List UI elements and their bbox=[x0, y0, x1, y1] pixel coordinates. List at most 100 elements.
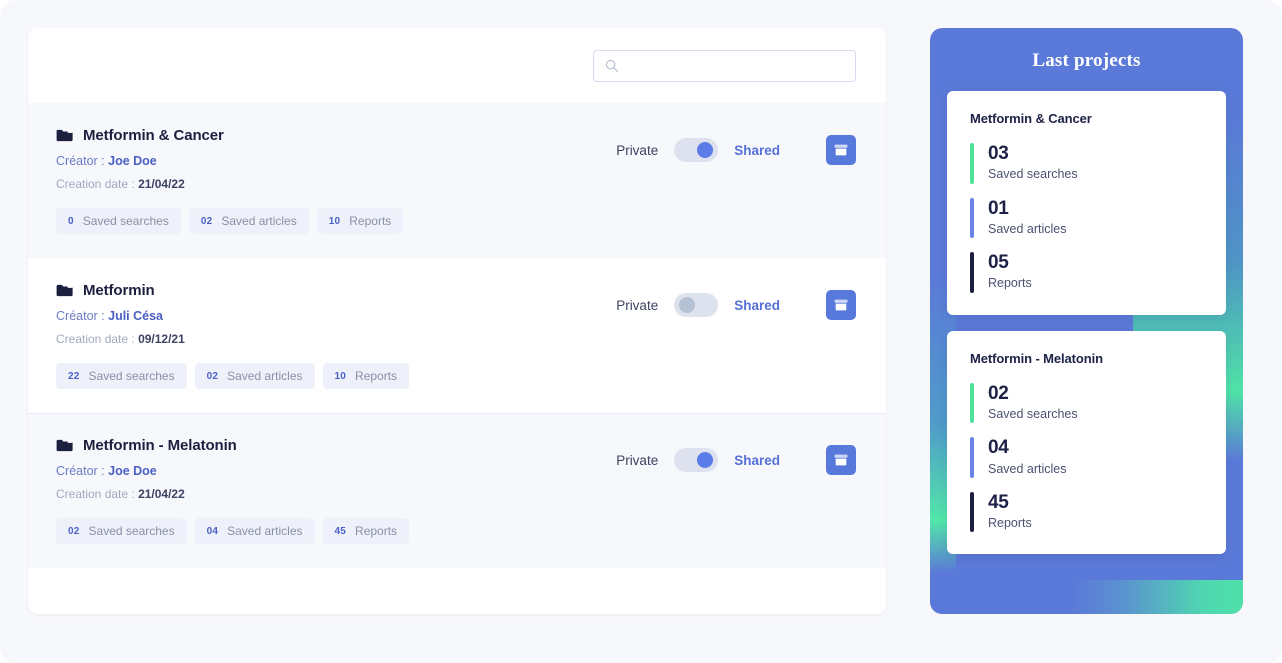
folder-icon bbox=[56, 129, 73, 142]
archive-button[interactable] bbox=[826, 135, 856, 165]
share-toggle[interactable] bbox=[674, 448, 719, 472]
project-stat-pill[interactable]: 02 Saved articles bbox=[194, 363, 315, 389]
archive-box-icon bbox=[834, 454, 848, 466]
creator-name: Joe Doe bbox=[108, 154, 157, 168]
stat-text: 03 Saved searches bbox=[988, 143, 1078, 184]
project-date: Creation date : 21/04/22 bbox=[56, 487, 886, 501]
archive-button[interactable] bbox=[826, 290, 856, 320]
pill-count: 04 bbox=[206, 525, 219, 537]
share-toggle-knob bbox=[679, 297, 696, 313]
sidebar-card-list: Metformin & Cancer 03 Saved searches 01 … bbox=[930, 72, 1243, 555]
stat-color-bar bbox=[970, 252, 974, 293]
share-toggle-knob bbox=[697, 142, 714, 158]
stat-text: 45 Reports bbox=[988, 492, 1032, 533]
project-stat-pill[interactable]: 02 Saved searches bbox=[56, 518, 187, 544]
project-stat-pill[interactable]: 02 Saved articles bbox=[188, 208, 309, 234]
project-stat-pill[interactable]: 10 Reports bbox=[322, 363, 410, 389]
sidebar-gradient-bottom bbox=[930, 580, 1243, 614]
stat-value: 04 bbox=[988, 437, 1009, 459]
creator-label: Créator : bbox=[56, 464, 105, 478]
pill-label: Saved searches bbox=[82, 214, 169, 228]
projects-panel: Metformin & Cancer Créator : Joe Doe Cre… bbox=[28, 28, 886, 614]
search-input[interactable] bbox=[594, 50, 855, 81]
archive-box-icon bbox=[834, 144, 848, 156]
stat-value: 02 bbox=[988, 382, 1009, 404]
stat-value: 45 bbox=[988, 491, 1009, 513]
creator-label: Créator : bbox=[56, 154, 105, 168]
project-visibility-controls: Private Shared bbox=[616, 135, 856, 165]
pill-count: 0 bbox=[68, 215, 74, 227]
shared-label: Shared bbox=[734, 452, 780, 468]
stat-color-bar bbox=[970, 143, 974, 184]
project-stat-pill[interactable]: 45 Reports bbox=[322, 518, 410, 544]
project-title: Metformin - Melatonin bbox=[83, 437, 237, 454]
project-row[interactable]: Metformin Créator : Juli Césa Creation d… bbox=[28, 258, 886, 413]
pill-label: Saved searches bbox=[88, 369, 175, 383]
project-stat: 05 Reports bbox=[970, 252, 1203, 293]
date-label: Creation date : bbox=[56, 487, 135, 501]
project-stat: 45 Reports bbox=[970, 491, 1203, 533]
creator-name: Joe Doe bbox=[108, 464, 157, 478]
search-box[interactable] bbox=[593, 49, 856, 82]
project-stat: 02 Saved searches bbox=[970, 382, 1203, 424]
pill-count: 02 bbox=[68, 525, 80, 537]
share-toggle[interactable] bbox=[674, 138, 719, 162]
pill-count: 02 bbox=[200, 215, 213, 227]
project-stat: 01 Saved articles bbox=[970, 197, 1203, 239]
sidebar-title: Last projects bbox=[1032, 50, 1141, 71]
pill-count: 02 bbox=[206, 370, 219, 382]
stat-label: Reports bbox=[988, 516, 1032, 531]
pill-label: Saved searches bbox=[88, 524, 175, 538]
pill-count: 22 bbox=[68, 370, 80, 382]
last-project-card[interactable]: Metformin - Melatonin 02 Saved searches … bbox=[947, 330, 1226, 555]
project-stat: 04 Saved articles bbox=[970, 437, 1203, 478]
last-project-card[interactable]: Metformin & Cancer 03 Saved searches 01 … bbox=[947, 91, 1226, 315]
pill-count: 10 bbox=[328, 215, 341, 227]
project-visibility-controls: Private Shared bbox=[616, 290, 856, 320]
share-toggle[interactable] bbox=[674, 293, 719, 317]
stat-text: 02 Saved searches bbox=[988, 383, 1078, 424]
shared-label: Shared bbox=[734, 297, 780, 313]
stat-label: Saved articles bbox=[988, 461, 1067, 476]
stat-value: 01 bbox=[988, 197, 1009, 219]
archive-button[interactable] bbox=[826, 445, 856, 475]
search-bar bbox=[28, 28, 886, 103]
date-value: 09/12/21 bbox=[138, 332, 185, 346]
creator-label: Créator : bbox=[56, 309, 105, 323]
project-stat-pills: 02 Saved searches 04 Saved articles 45 R… bbox=[56, 518, 886, 544]
search-icon bbox=[605, 59, 619, 72]
date-label: Creation date : bbox=[56, 177, 135, 191]
shared-label: Shared bbox=[734, 142, 780, 158]
last-projects-panel: Last projects Metformin & Cancer 03 Save… bbox=[930, 28, 1243, 614]
project-visibility-controls: Private Shared bbox=[616, 445, 856, 475]
project-stat-pill[interactable]: 22 Saved searches bbox=[56, 363, 187, 389]
project-row[interactable]: Metformin - Melatonin Créator : Joe Doe … bbox=[28, 413, 886, 568]
pill-label: Reports bbox=[355, 369, 398, 383]
stat-value: 05 bbox=[988, 252, 1009, 274]
project-stat-pill[interactable]: 10 Reports bbox=[316, 208, 404, 234]
project-stat: 03 Saved searches bbox=[970, 143, 1203, 184]
pill-label: Saved articles bbox=[227, 369, 303, 383]
stat-color-bar bbox=[970, 437, 974, 478]
date-value: 21/04/22 bbox=[138, 177, 185, 191]
project-stat-pills: 0 Saved searches 02 Saved articles 10 Re… bbox=[56, 208, 886, 234]
project-stat-pill[interactable]: 0 Saved searches bbox=[56, 208, 181, 234]
pill-label: Reports bbox=[355, 524, 398, 538]
project-stat-pill[interactable]: 04 Saved articles bbox=[194, 518, 315, 544]
stat-label: Reports bbox=[988, 276, 1032, 291]
stat-text: 05 Reports bbox=[988, 252, 1032, 293]
stat-color-bar bbox=[970, 491, 974, 533]
project-date: Creation date : 09/12/21 bbox=[56, 332, 886, 346]
pill-count: 45 bbox=[334, 525, 347, 537]
project-row[interactable]: Metformin & Cancer Créator : Joe Doe Cre… bbox=[28, 103, 886, 258]
pill-label: Reports bbox=[349, 214, 392, 228]
project-stat-pills: 22 Saved searches 02 Saved articles 10 R… bbox=[56, 363, 886, 389]
stat-text: 04 Saved articles bbox=[988, 437, 1067, 478]
project-date: Creation date : 21/04/22 bbox=[56, 177, 886, 191]
pill-label: Saved articles bbox=[221, 214, 297, 228]
date-value: 21/04/22 bbox=[138, 487, 185, 501]
creator-name: Juli Césa bbox=[108, 309, 164, 323]
project-list: Metformin & Cancer Créator : Joe Doe Cre… bbox=[28, 103, 886, 568]
card-title: Metformin & Cancer bbox=[970, 111, 1092, 126]
archive-box-icon bbox=[834, 299, 848, 311]
